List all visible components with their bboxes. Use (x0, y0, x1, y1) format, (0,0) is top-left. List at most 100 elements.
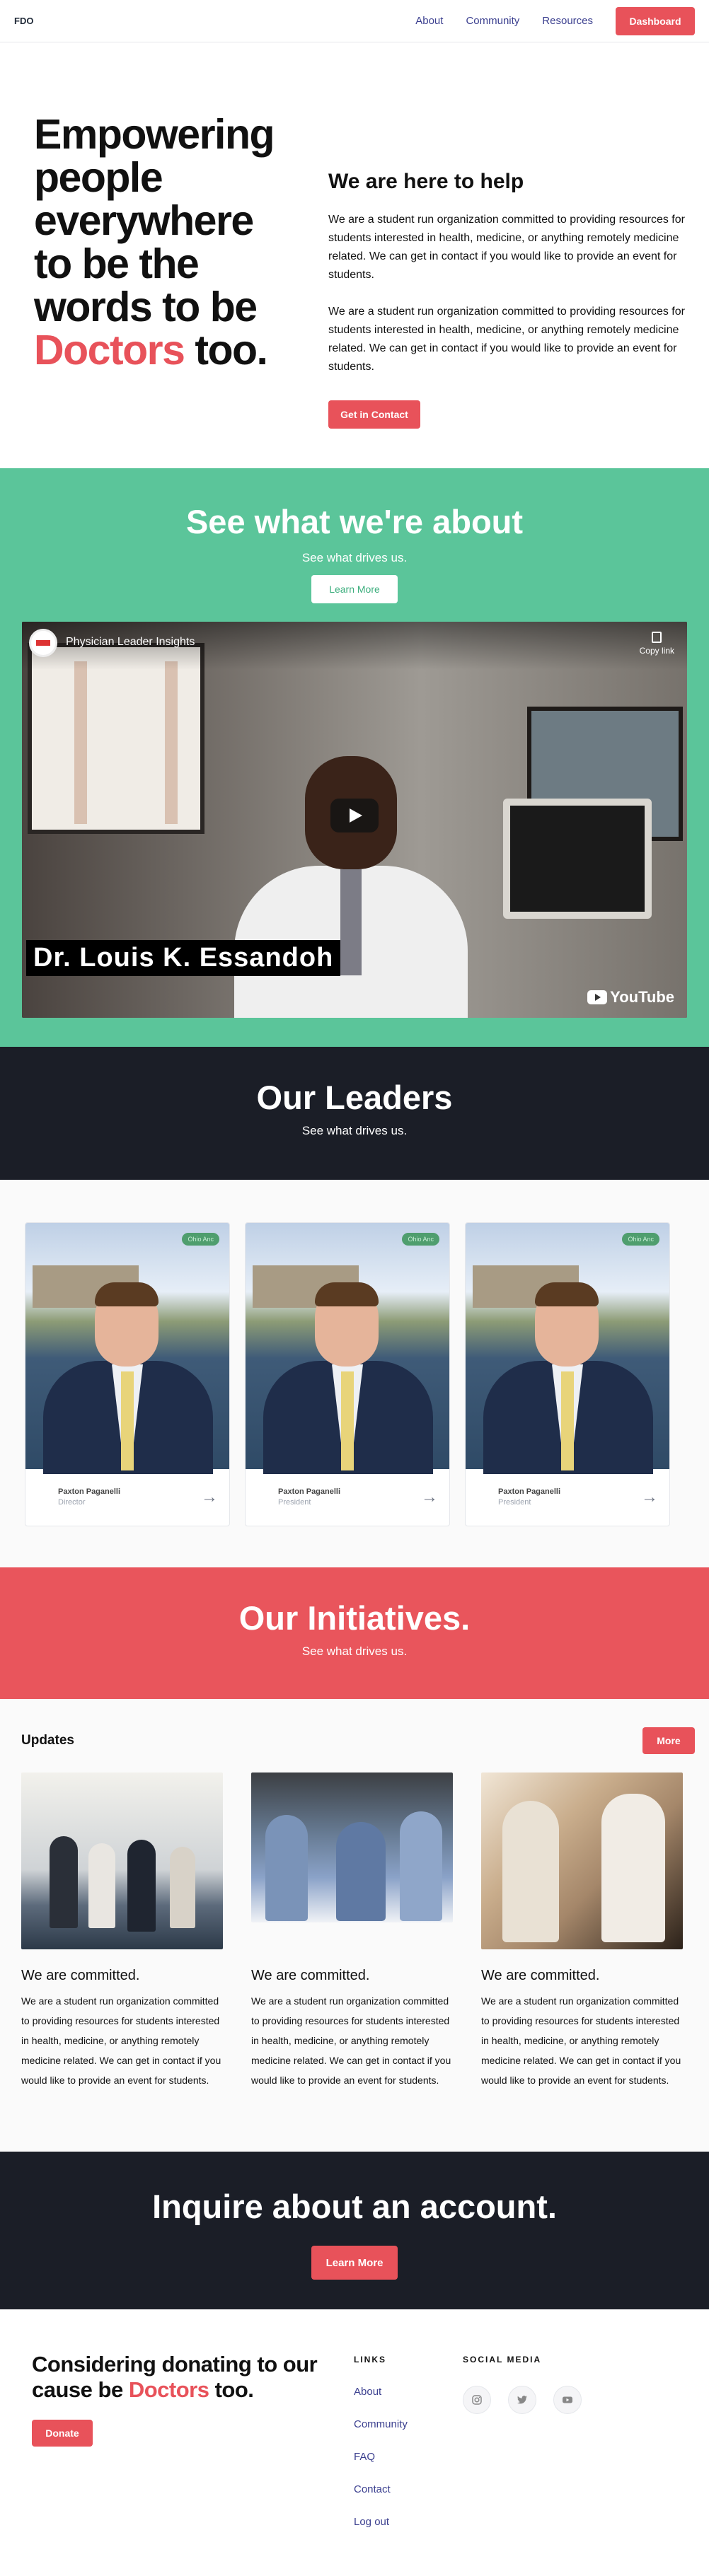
copy-link-button[interactable]: Copy link (640, 632, 674, 656)
arrow-right-icon[interactable]: → (201, 1487, 218, 1507)
channel-avatar-icon[interactable] (29, 629, 57, 657)
about-learn-more-button[interactable]: Learn More (311, 575, 398, 603)
leaders-grid: Ohio Anc Paxton Paganelli Director → Ohi… (0, 1180, 709, 1567)
photo-tie (561, 1371, 574, 1470)
about-section: See what we're about See what drives us.… (0, 468, 709, 1047)
get-in-contact-button[interactable]: Get in Contact (328, 400, 420, 429)
copy-icon (652, 632, 662, 643)
leader-badge: Ohio Anc (402, 1233, 439, 1246)
photo-hair (535, 1282, 599, 1306)
photo-figure (502, 1801, 559, 1942)
brand-logo[interactable]: FDO (14, 16, 33, 26)
leader-photo: Ohio Anc (246, 1223, 449, 1474)
play-icon[interactable] (330, 799, 379, 832)
footer-cta-line: cause be (32, 2377, 129, 2402)
photo-figure (170, 1847, 195, 1928)
leader-badge: Ohio Anc (622, 1233, 659, 1246)
photo-figure (50, 1836, 78, 1928)
leaders-subtitle: See what drives us. (301, 1124, 408, 1137)
post-body: We are a student run organization commit… (251, 1995, 451, 2086)
speaker-tie (340, 869, 362, 975)
hero-title-line: to be the (34, 240, 200, 287)
footer-links-heading: LINKS (354, 2355, 386, 2365)
footer-cta: Considering donating to our cause be Doc… (32, 2352, 336, 2565)
speaker-image (234, 756, 468, 1018)
video-caption: Dr. Louis K. Essandoh (26, 940, 341, 976)
post-image (251, 1773, 453, 1922)
footer-link-faq[interactable]: FAQ (354, 2451, 463, 2463)
more-button[interactable]: More (642, 1727, 695, 1754)
leader-info: Paxton Paganelli President → (466, 1469, 669, 1507)
youtube-icon (587, 990, 608, 1004)
leader-card[interactable]: Ohio Anc Paxton Paganelli Director → (25, 1222, 230, 1526)
instagram-icon[interactable] (463, 2386, 491, 2414)
initiatives-title: Our Initiatives. (238, 1599, 471, 1637)
updates-header: Updates More (21, 1727, 695, 1754)
arrow-right-icon[interactable]: → (421, 1487, 438, 1507)
nav-links: About Community Resources Dashboard (415, 6, 695, 35)
inquire-title: Inquire about an account. (152, 2188, 557, 2225)
donate-button[interactable]: Donate (32, 2420, 93, 2447)
youtube-icon[interactable] (553, 2386, 582, 2414)
footer-social-heading: SOCIAL MEDIA (463, 2355, 542, 2365)
nav-link-about[interactable]: About (415, 15, 443, 27)
footer-social: SOCIAL MEDIA (463, 2352, 599, 2565)
photo-figure (127, 1840, 156, 1932)
leader-card[interactable]: Ohio Anc Paxton Paganelli President → (245, 1222, 450, 1526)
video-player[interactable]: Physician Leader Insights Copy link Dr. … (22, 622, 687, 1018)
footer-link-contact[interactable]: Contact (354, 2483, 463, 2495)
nav-link-community[interactable]: Community (466, 15, 519, 27)
inquire-learn-more-button[interactable]: Learn More (311, 2246, 398, 2280)
copy-link-label: Copy link (639, 646, 674, 656)
about-subtitle: See what drives us. (301, 551, 408, 564)
footer-cta-accent: Doctors (128, 2377, 209, 2402)
arrow-right-icon[interactable]: → (641, 1487, 658, 1507)
leader-info: Paxton Paganelli Director → (25, 1469, 229, 1507)
about-title: See what we're about (185, 503, 524, 540)
hero-heading: We are here to help (328, 170, 524, 193)
leader-photo: Ohio Anc (466, 1223, 669, 1474)
hero-section: Empowering people everywhere to be the w… (0, 42, 709, 468)
post-image (481, 1773, 683, 1949)
leader-badge: Ohio Anc (182, 1233, 219, 1246)
photo-figure (265, 1815, 308, 1921)
post-card[interactable]: We are committed. We are a student run o… (251, 1773, 453, 2090)
leaders-title: Our Leaders (256, 1079, 453, 1116)
video-title[interactable]: Physician Leader Insights (66, 636, 195, 649)
hero-info: We are here to help We are a student run… (328, 113, 689, 468)
hero-title: Empowering people everywhere to be the w… (34, 113, 289, 372)
footer-cta-line: Considering donating to our (32, 2352, 318, 2377)
post-card[interactable]: We are committed. We are a student run o… (21, 1773, 223, 2090)
photo-figure (400, 1811, 442, 1921)
leader-card[interactable]: Ohio Anc Paxton Paganelli President → (465, 1222, 670, 1526)
photo-hair (315, 1282, 379, 1306)
anatomy-poster-image (28, 643, 204, 834)
ultrasound-monitor-image (503, 799, 652, 919)
dashboard-button[interactable]: Dashboard (616, 6, 695, 35)
youtube-label: YouTube (610, 988, 674, 1006)
nav-link-resources[interactable]: Resources (542, 15, 593, 27)
photo-figure (336, 1822, 386, 1921)
hero-title-line: everywhere (34, 197, 254, 244)
footer-link-about[interactable]: About (354, 2386, 463, 2398)
initiatives-band: Our Initiatives. See what drives us. (0, 1567, 709, 1699)
hero-title-line: people (34, 154, 163, 201)
hero-paragraph: We are a student run organization commit… (328, 306, 685, 373)
social-icons (463, 2386, 599, 2414)
youtube-logo[interactable]: YouTube (587, 988, 674, 1006)
post-title: We are committed. (481, 1968, 600, 1983)
twitter-icon[interactable] (508, 2386, 536, 2414)
footer-links: LINKS About Community FAQ Contact Log ou… (354, 2352, 463, 2565)
inquire-section: Inquire about an account. Learn More (0, 2152, 709, 2309)
initiatives-subtitle: See what drives us. (301, 1644, 408, 1658)
hero-paragraph: We are a student run organization commit… (328, 214, 685, 281)
post-title: We are committed. (251, 1968, 370, 1983)
photo-tie (341, 1371, 354, 1470)
post-card[interactable]: We are committed. We are a student run o… (481, 1773, 683, 2090)
updates-section: Updates More We are committed. We are a … (0, 1699, 709, 2152)
hero-title-end: too. (184, 327, 268, 373)
leaders-band: Our Leaders See what drives us. (0, 1047, 709, 1180)
footer-link-community[interactable]: Community (354, 2418, 463, 2430)
footer-link-logout[interactable]: Log out (354, 2516, 463, 2528)
leader-info: Paxton Paganelli President → (246, 1469, 449, 1507)
